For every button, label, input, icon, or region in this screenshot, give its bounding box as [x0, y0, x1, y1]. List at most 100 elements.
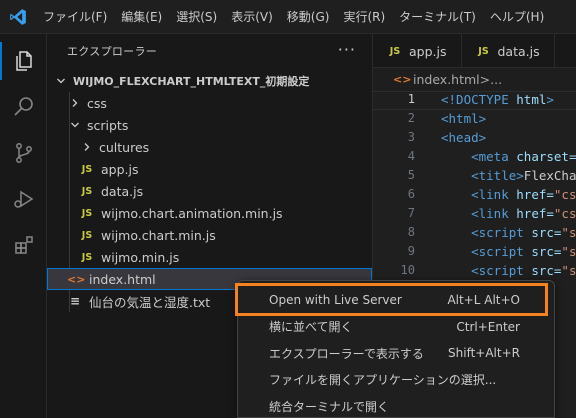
code-tag: <script — [441, 263, 532, 278]
workspace-root-label: WIJMO_FLEXCHART_HTMLTEXT_初期設定 — [73, 75, 310, 88]
menu-item[interactable]: ヘルプ(H) — [483, 0, 551, 34]
file-item[interactable]: JS wijmo.min.js — [47, 246, 372, 268]
context-menu-item[interactable]: エクスプローラーで表示する Shift+Alt+R — [238, 339, 556, 367]
js-file-icon: JS — [81, 185, 93, 197]
chevron-right-icon — [79, 139, 95, 155]
tree-item-label: wijmo.chart.min.js — [101, 227, 216, 243]
code-line[interactable]: <link href="cs — [441, 204, 576, 223]
tab-label: app.js — [409, 43, 447, 59]
explorer-title: エクスプローラー — [67, 45, 158, 58]
context-menu-label: ファイルを開くアプリケーションの選択... — [269, 373, 497, 387]
code-string: "s — [561, 244, 576, 259]
breadcrumb-file[interactable]: index.html — [413, 72, 480, 87]
file-item[interactable]: JS data.js — [47, 180, 372, 202]
code-tag: <!DOCTYPE — [441, 92, 517, 107]
menu-item[interactable]: 移動(G) — [280, 0, 337, 34]
source-control-icon[interactable] — [0, 130, 47, 176]
code-line[interactable]: <!DOCTYPE html> — [441, 90, 576, 109]
context-menu-item[interactable]: ファイルを開くアプリケーションの選択... — [238, 366, 556, 394]
code-tag: <title> — [441, 168, 524, 183]
workspace-root[interactable]: WIJMO_FLEXCHART_HTMLTEXT_初期設定 — [47, 70, 372, 92]
menu-item[interactable]: ターミナル(T) — [392, 0, 483, 34]
code-tag: <html> — [441, 111, 487, 126]
run-debug-icon[interactable] — [0, 176, 47, 222]
code-attribute: src= — [531, 244, 562, 259]
folder-item[interactable]: css — [47, 92, 372, 114]
code-attribute: href= — [516, 206, 554, 221]
breadcrumb-separator: > — [479, 71, 491, 87]
tree-item-label: 仙台の気温と湿度.txt — [89, 294, 211, 310]
code-line[interactable]: <script src="s — [441, 223, 576, 242]
tree-item-label: wijmo.min.js — [101, 249, 180, 265]
tree-item-label: index.html — [89, 271, 156, 287]
code-line[interactable]: <script src="s — [441, 261, 576, 280]
code-string: "s — [561, 263, 576, 278]
tab-label: data.js — [497, 43, 540, 59]
explorer-icon[interactable] — [0, 38, 47, 84]
line-number: 1 — [407, 92, 415, 106]
code-string: "s — [561, 225, 576, 240]
code-line[interactable]: <script src="s — [441, 242, 576, 261]
tab-app-js[interactable]: JS app.js — [373, 34, 462, 68]
file-item[interactable]: JS wijmo.chart.min.js — [47, 224, 372, 246]
html-file-icon: <> — [393, 72, 412, 86]
folder-item[interactable]: cultures — [47, 136, 372, 158]
html-file-icon: <> — [67, 272, 86, 286]
highlight-box — [235, 283, 548, 316]
explorer-header: エクスプローラー ··· — [47, 34, 372, 68]
code-line[interactable]: <meta charset= — [441, 147, 576, 166]
code-line[interactable]: <link href="cs — [441, 185, 576, 204]
line-number: 4 — [407, 149, 415, 163]
line-number: 7 — [407, 206, 415, 220]
text-file-icon: ≡ — [69, 294, 81, 308]
context-menu-item[interactable]: 統合ターミナルで開く — [238, 392, 556, 418]
tree-item-label: wijmo.chart.animation.min.js — [101, 205, 283, 221]
search-icon[interactable] — [0, 84, 47, 130]
menu-item[interactable]: ファイル(F) — [36, 0, 114, 34]
activity-bar — [0, 34, 47, 418]
extensions-icon[interactable] — [0, 222, 47, 268]
js-file-icon: JS — [389, 45, 401, 57]
file-item[interactable]: JS app.js — [47, 158, 372, 180]
code-line[interactable]: <html> — [441, 109, 576, 128]
js-file-icon: JS — [478, 45, 489, 57]
breadcrumb-rest[interactable]: ... — [490, 72, 502, 87]
tree-item-label: data.js — [101, 183, 144, 199]
title-bar: ファイル(F) 編集(E) 選択(S) 表示(V) 移動(G) 実行(R) ターミナル(T)… — [0, 0, 576, 34]
breadcrumb: <> index.html > ... — [373, 68, 576, 90]
menu-item[interactable]: 編集(E) — [114, 0, 169, 34]
code-attribute: src= — [531, 263, 562, 278]
code-text: FlexCha — [523, 168, 576, 183]
context-menu-label: 統合ターミナルで開く — [269, 399, 390, 414]
context-menu-label: エクスプローラーで表示する — [269, 346, 424, 361]
file-item[interactable]: JS wijmo.chart.animation.min.js — [47, 202, 372, 224]
menu-item[interactable]: 選択(S) — [169, 0, 224, 34]
code-attribute: href= — [516, 187, 554, 202]
code-tag: <link — [441, 206, 517, 221]
line-number: 9 — [407, 244, 415, 258]
line-number: 3 — [407, 130, 415, 144]
tree-item-label: scripts — [87, 117, 129, 133]
tab-data-js[interactable]: JS data.js — [462, 34, 555, 68]
chevron-down-icon — [53, 73, 69, 89]
js-file-icon: JS — [81, 251, 93, 263]
code-string: "cs — [553, 206, 576, 221]
code-line[interactable]: <head> — [441, 128, 576, 147]
more-actions-icon[interactable]: ··· — [338, 40, 356, 59]
js-file-icon: JS — [81, 229, 93, 241]
js-file-icon: JS — [81, 163, 93, 175]
code-attribute: html — [516, 92, 547, 107]
menu-bar: ファイル(F) 編集(E) 選択(S) 表示(V) 移動(G) 実行(R) ターミナル(T)… — [36, 0, 551, 34]
code-line[interactable]: <title>FlexCha — [441, 166, 576, 185]
chevron-right-icon — [67, 95, 83, 111]
line-number: 10 — [400, 263, 415, 277]
menu-item[interactable]: 実行(R) — [336, 0, 392, 34]
context-menu-item[interactable]: 横に並べて開く Ctrl+Enter — [238, 313, 556, 341]
vscode-logo-icon[interactable] — [0, 0, 36, 34]
code-tag: <meta — [441, 149, 517, 164]
folder-item[interactable]: scripts — [47, 114, 372, 136]
code-tag: <script — [441, 225, 532, 240]
code-text: > — [546, 92, 554, 107]
menu-item[interactable]: 表示(V) — [224, 0, 280, 34]
tree-item-label: css — [87, 95, 107, 111]
